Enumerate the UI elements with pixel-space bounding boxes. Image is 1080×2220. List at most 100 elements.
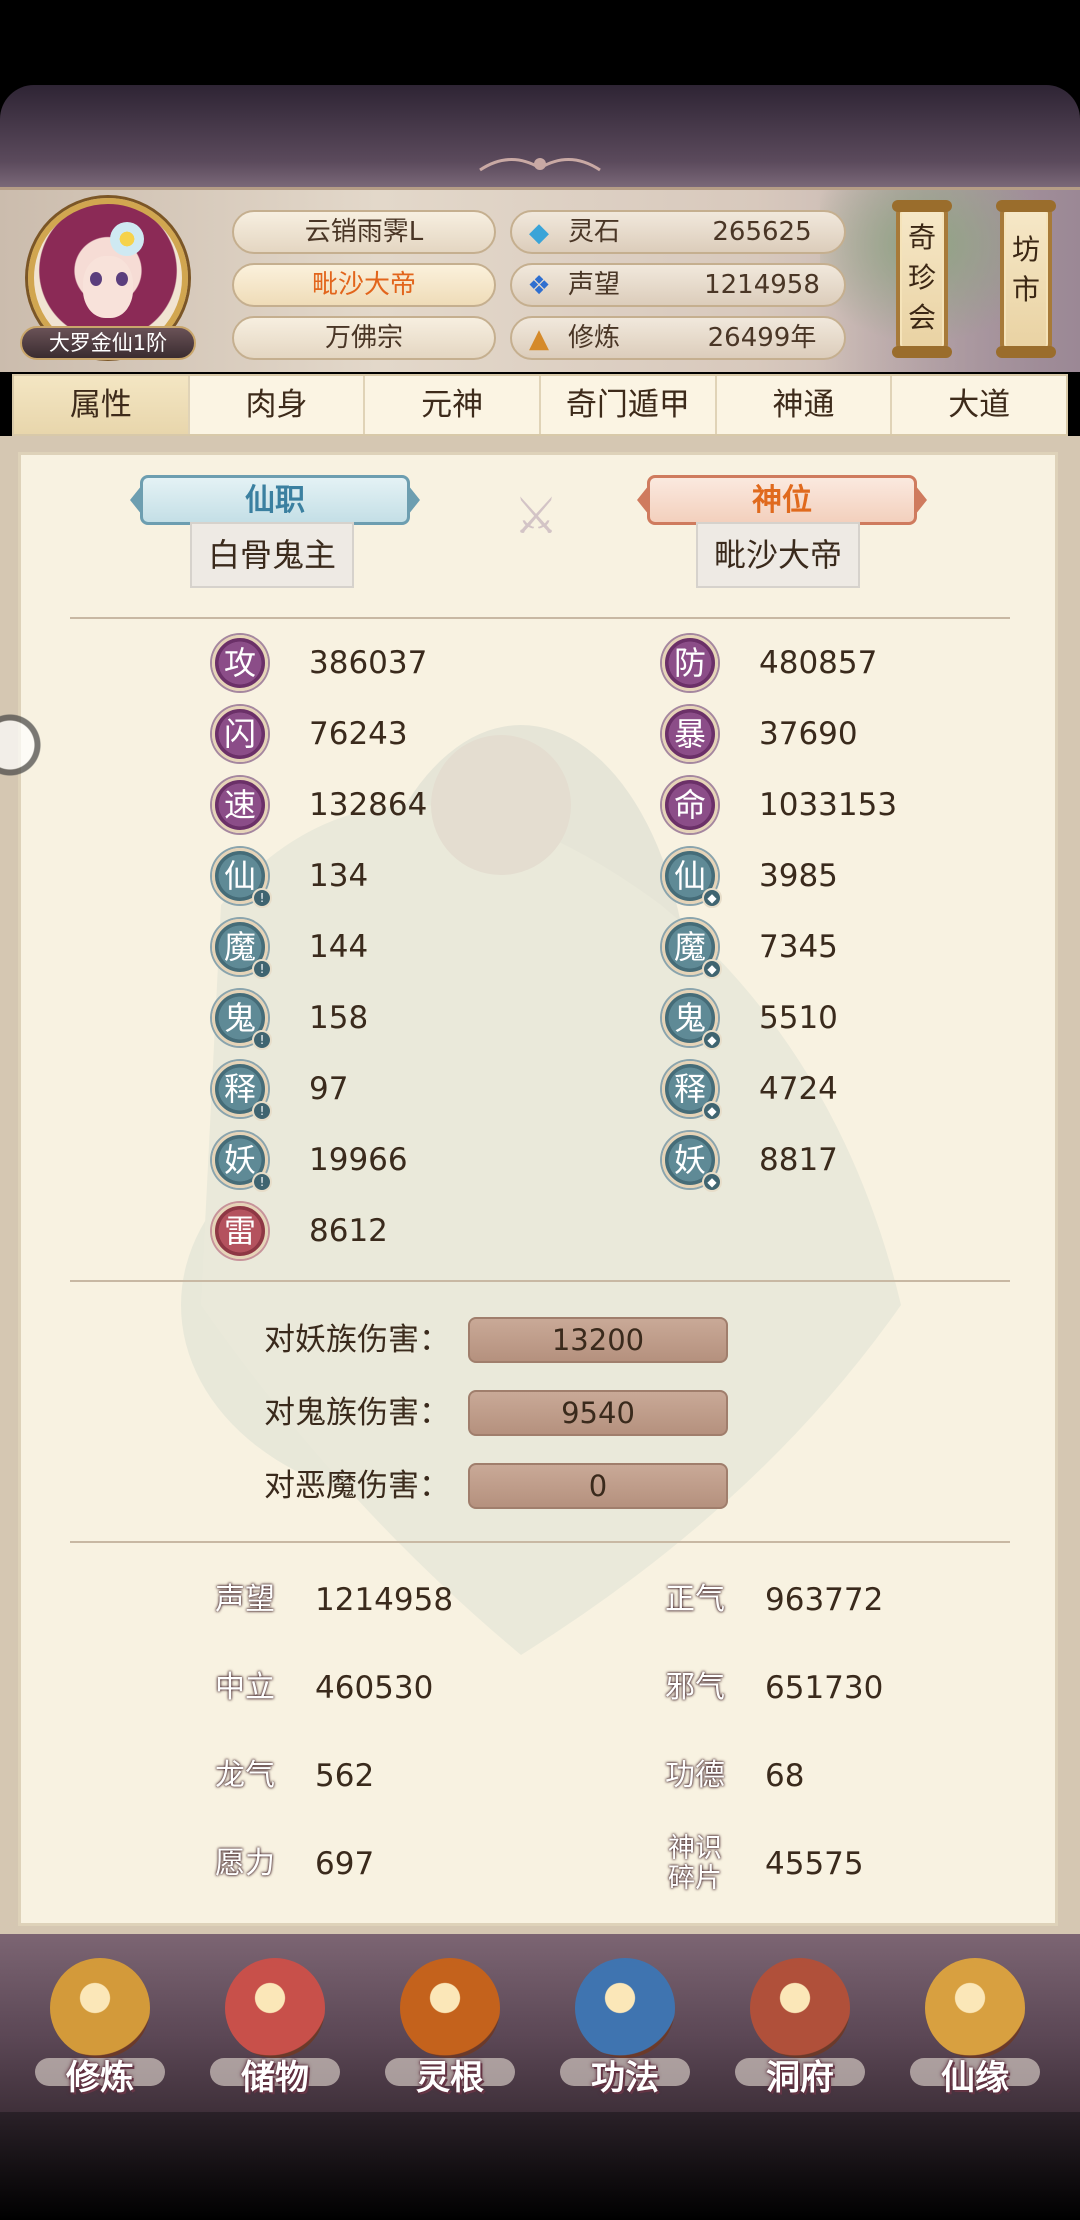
player-title[interactable]: 毗沙大帝 xyxy=(232,263,496,307)
attr-icon-neutral[interactable]: 中立 xyxy=(212,1658,278,1720)
left-stat-value-5: 158 xyxy=(309,1000,369,1036)
damage-value-ghost-race: 9540 xyxy=(468,1390,728,1436)
nav-item-cave-abode[interactable]: 洞府 xyxy=(725,1950,875,2100)
right-stat-icon-1[interactable]: 暴 xyxy=(662,706,718,762)
right-stat-badge-icon: ◆ xyxy=(702,1172,722,1192)
resource-label: 灵石 xyxy=(568,217,621,247)
crossed-swords-icon: ⚔ xyxy=(513,487,559,545)
divine-rank-label: 神位 xyxy=(647,475,917,525)
left-stat-icon-0[interactable]: 攻 xyxy=(212,635,268,691)
tab-soul[interactable]: 元神 xyxy=(365,376,542,434)
player-header: 大罗金仙1阶 云销雨霁L 毗沙大帝 万佛宗 ◆ 灵石 265625 ❖ 声望 1… xyxy=(0,190,1080,372)
resource-reputation[interactable]: ❖ 声望 1214958 xyxy=(510,263,846,307)
market-button[interactable]: 坊市 xyxy=(996,200,1056,358)
nav-label: 修炼 xyxy=(66,2058,134,2098)
nav-label: 仙缘 xyxy=(941,2058,1009,2098)
attr-value-dragon-qi: 562 xyxy=(315,1758,375,1794)
right-stat-value-0: 480857 xyxy=(759,645,878,681)
left-stat-value-4: 144 xyxy=(309,929,369,965)
tab-bar: 属性 肉身 元神 奇门遁甲 神通 大道 xyxy=(12,374,1068,436)
attr-icon-soul-fragment[interactable]: 神识碎片 xyxy=(662,1834,728,1896)
divine-rank-value: 毗沙大帝 xyxy=(696,522,860,588)
tab-body[interactable]: 肉身 xyxy=(190,376,366,434)
damage-value-evil-demon: 0 xyxy=(468,1463,728,1509)
left-stat-icon-8[interactable]: 雷 xyxy=(212,1203,268,1259)
tab-attributes[interactable]: 属性 xyxy=(14,376,190,434)
damage-label-evil-demon: 对恶魔伤害： xyxy=(264,1468,450,1504)
tab-qimen[interactable]: 奇门遁甲 xyxy=(541,376,717,434)
nav-item-technique-book[interactable]: 功法 xyxy=(550,1950,700,2100)
bottom-edge xyxy=(0,2112,1080,2220)
right-stat-badge-icon: ◆ xyxy=(702,888,722,908)
immortal-post-plaque: 仙职 xyxy=(130,475,420,525)
player-sect[interactable]: 万佛宗 xyxy=(232,316,496,360)
left-stat-icon-1[interactable]: 闪 xyxy=(212,706,268,762)
right-stat-value-6: 4724 xyxy=(759,1071,838,1107)
left-stat-value-8: 8612 xyxy=(309,1213,388,1249)
nav-item-immortal-fate[interactable]: 仙缘 xyxy=(900,1950,1050,2100)
resource-value: 1214958 xyxy=(704,270,820,300)
cultivation-icon: ▲ xyxy=(529,324,549,354)
treasure-fair-button[interactable]: 奇珍会 xyxy=(892,200,952,358)
section-divider xyxy=(70,1541,1010,1543)
market-label: 坊市 xyxy=(1012,233,1041,306)
resource-value: 265625 xyxy=(712,217,812,247)
attr-icon-reputation[interactable]: 声望 xyxy=(212,1570,278,1632)
treasure-fair-label: 奇珍会 xyxy=(908,221,937,334)
tab-dao[interactable]: 大道 xyxy=(892,376,1066,434)
spirit-root-icon xyxy=(400,1958,500,2058)
avatar-eye-left xyxy=(90,272,102,286)
left-stat-value-6: 97 xyxy=(309,1071,349,1107)
damage-label-ghost-race: 对鬼族伤害： xyxy=(264,1395,450,1431)
nav-item-cultivate[interactable]: 修炼 xyxy=(25,1950,175,2100)
left-stat-value-0: 386037 xyxy=(309,645,428,681)
right-stat-value-7: 8817 xyxy=(759,1142,838,1178)
player-name: 云销雨霁L xyxy=(232,210,496,254)
right-stat-icon-0[interactable]: 防 xyxy=(662,635,718,691)
section-divider xyxy=(70,617,1010,619)
side-panda-icon[interactable] xyxy=(0,680,44,810)
attribute-panel xyxy=(18,452,1058,1926)
nav-item-storage-bag[interactable]: 储物 xyxy=(200,1950,350,2100)
avatar-eye-right xyxy=(116,272,128,286)
nav-label: 储物 xyxy=(241,2058,309,2098)
attr-value-righteous: 963772 xyxy=(765,1582,884,1618)
attr-icon-merit[interactable]: 功德 xyxy=(662,1746,728,1808)
right-stat-icon-2[interactable]: 命 xyxy=(662,777,718,833)
section-divider xyxy=(70,1280,1010,1282)
attr-icon-dragon-qi[interactable]: 龙气 xyxy=(212,1746,278,1808)
right-stat-value-3: 3985 xyxy=(759,858,838,894)
nav-label: 灵根 xyxy=(416,2058,484,2098)
attr-icon-evil[interactable]: 邪气 xyxy=(662,1658,728,1720)
resource-spirit-stone[interactable]: ◆ 灵石 265625 xyxy=(510,210,846,254)
storage-bag-icon xyxy=(225,1958,325,2058)
attr-icon-willpower[interactable]: 愿力 xyxy=(212,1834,278,1896)
attr-value-neutral: 460530 xyxy=(315,1670,434,1706)
immortal-post-value: 白骨鬼主 xyxy=(190,522,354,588)
nav-label: 功法 xyxy=(591,2058,659,2098)
resource-cultivation[interactable]: ▲ 修炼 26499年 xyxy=(510,316,846,360)
immortal-post-label: 仙职 xyxy=(140,475,410,525)
left-stat-value-3: 134 xyxy=(309,858,369,894)
tab-divine-powers[interactable]: 神通 xyxy=(717,376,893,434)
right-stat-value-2: 1033153 xyxy=(759,787,898,823)
nav-item-spirit-root[interactable]: 灵根 xyxy=(375,1950,525,2100)
cave-abode-icon xyxy=(750,1958,850,2058)
rank-badge: 大罗金仙1阶 xyxy=(20,326,196,360)
right-stat-badge-icon: ◆ xyxy=(702,1101,722,1121)
reputation-icon: ❖ xyxy=(527,271,551,301)
left-stat-badge-icon: ! xyxy=(252,959,272,979)
resource-value: 26499年 xyxy=(707,323,817,353)
attr-value-reputation: 1214958 xyxy=(315,1582,454,1618)
left-stat-icon-2[interactable]: 速 xyxy=(212,777,268,833)
left-stat-value-2: 132864 xyxy=(309,787,428,823)
left-stat-badge-icon: ! xyxy=(252,1101,272,1121)
left-stat-value-7: 19966 xyxy=(309,1142,408,1178)
resource-label: 声望 xyxy=(568,270,621,300)
damage-label-demon-race: 对妖族伤害： xyxy=(264,1322,450,1358)
status-bar-area xyxy=(0,0,1080,85)
attr-icon-righteous[interactable]: 正气 xyxy=(662,1570,728,1632)
top-ornament xyxy=(479,158,601,172)
damage-value-demon-race: 13200 xyxy=(468,1317,728,1363)
nav-label: 洞府 xyxy=(766,2058,834,2098)
